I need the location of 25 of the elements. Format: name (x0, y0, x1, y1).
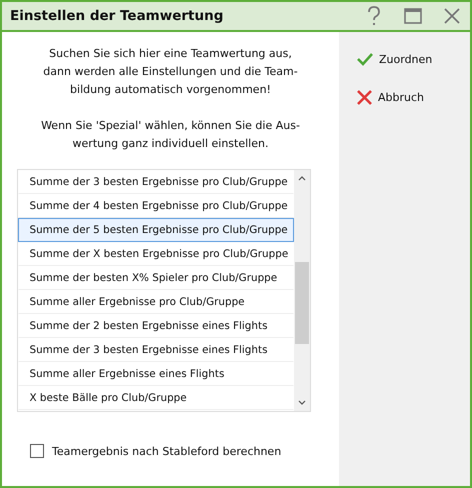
scroll-down-icon[interactable] (298, 400, 306, 405)
list-item[interactable]: Summe der 3 besten Ergebnisse pro Club/Gruppe (18, 170, 294, 194)
list-item[interactable]: Summe der X besten Ergebnisse pro Club/Gruppe (18, 242, 294, 266)
close-icon[interactable] (444, 8, 460, 24)
list-item[interactable]: Summe der 5 besten Ergebnisse pro Club/Gruppe (18, 218, 294, 242)
maximize-icon[interactable] (404, 8, 422, 24)
list-item[interactable]: Summe der 3 besten Ergebnisse eines Flights (18, 338, 294, 362)
instruction-text: Wenn Sie 'Spezial' wählen, können Sie die Aus- wertung ganz individuell einstellen. (41, 118, 300, 152)
list-item[interactable]: Summe der besten X% Spieler pro Club/Gruppe (18, 266, 294, 290)
cancel-button[interactable]: Abbruch (357, 84, 470, 111)
assign-button[interactable]: Zuordnen (357, 46, 470, 72)
list-item[interactable]: X beste Bälle pro Club/Gruppe (18, 386, 294, 410)
cross-icon (357, 90, 372, 105)
scrollbar[interactable] (294, 170, 310, 411)
scrollbar-thumb[interactable] (294, 262, 308, 344)
help-icon[interactable] (366, 6, 382, 26)
scroll-up-icon[interactable] (298, 176, 306, 181)
window-title: Einstellen der Teamwertung (10, 8, 224, 24)
checkbox[interactable] (30, 444, 44, 458)
instruction-text: Suchen Sie sich hier eine Teamwertung aus, dann werden alle Einstellungen und die Team- bildung automatisch vorgenommen! (42, 46, 299, 98)
list-item[interactable]: Summe aller Ergebnisse eines Flights (18, 362, 294, 386)
checkmark-icon (357, 52, 373, 66)
list-item[interactable]: Summe der 2 besten Ergebnisse eines Flights (18, 314, 294, 338)
list-item[interactable]: Summe aller Ergebnisse pro Club/Gruppe (18, 290, 294, 314)
checkbox-label[interactable]: Teamergebnis nach Stableford berechnen (52, 444, 282, 458)
